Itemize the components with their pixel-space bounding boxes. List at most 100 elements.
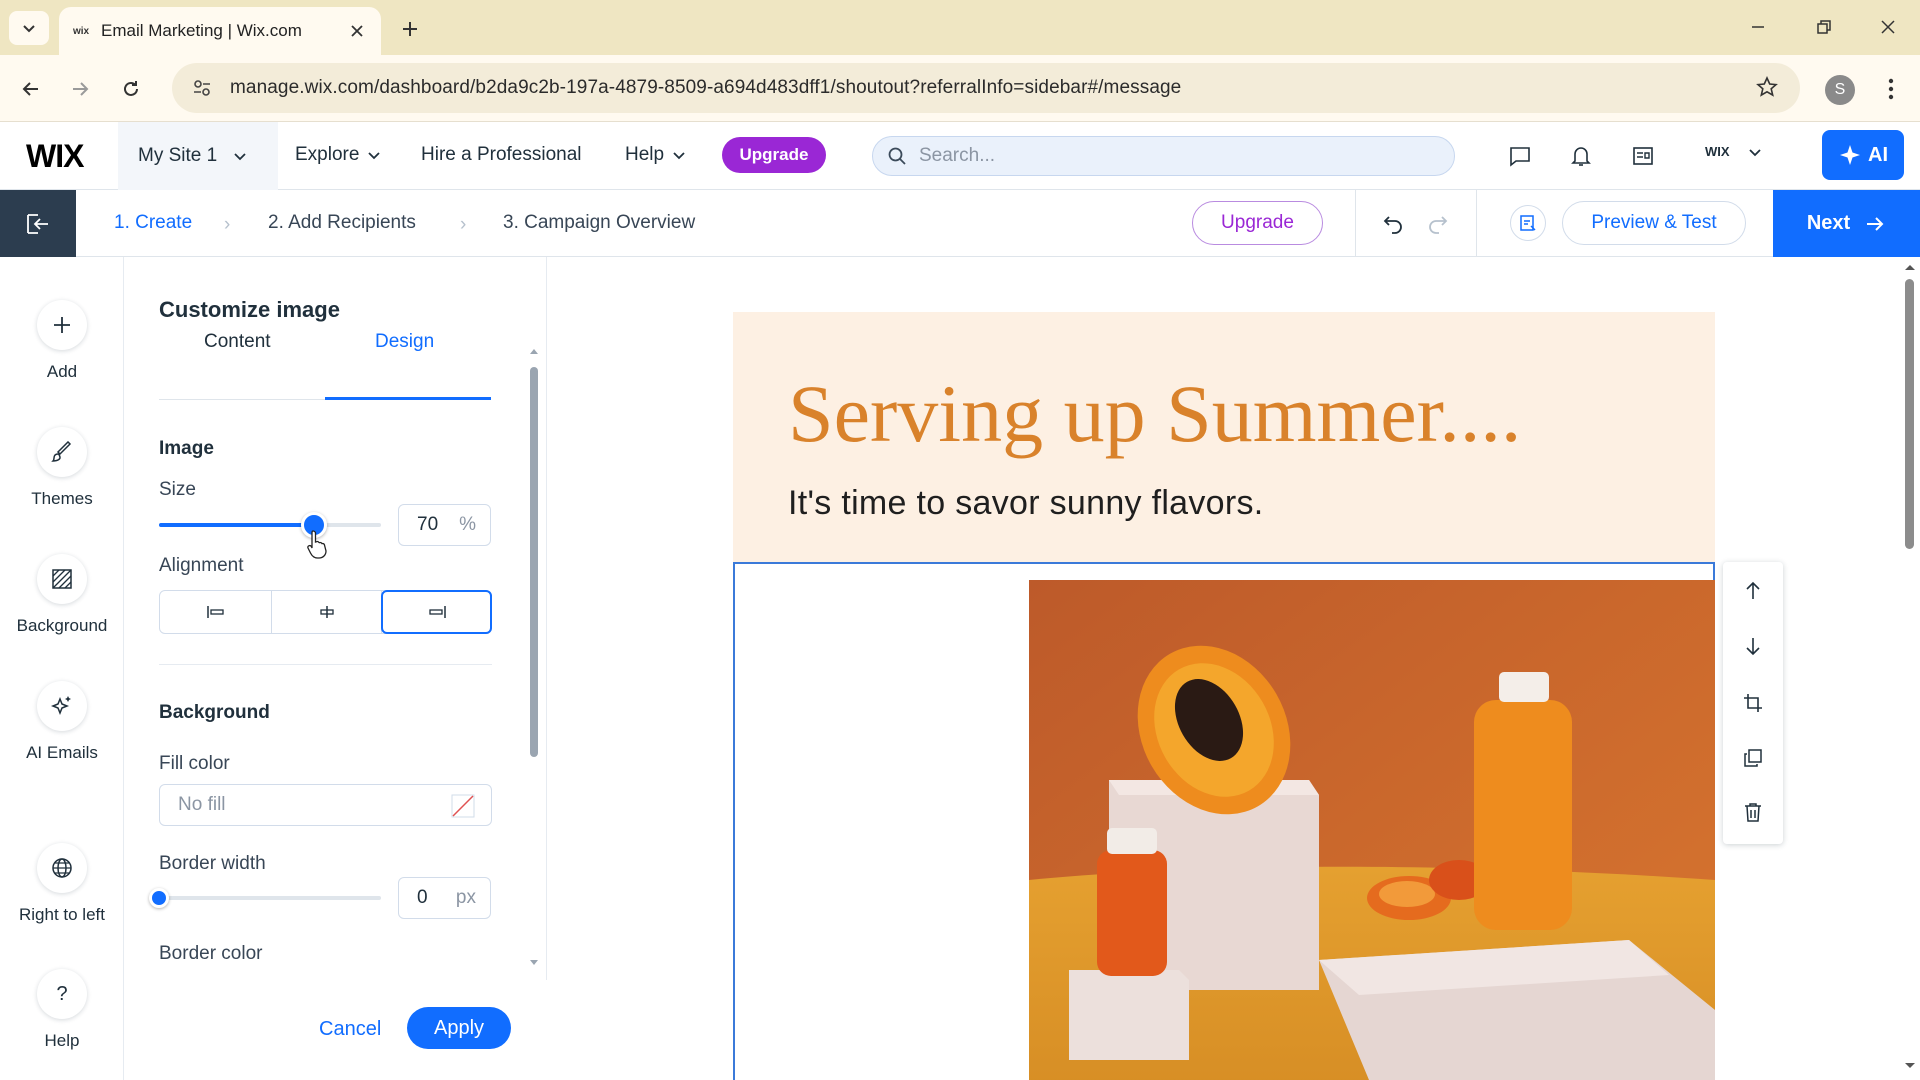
rail-background[interactable]: Background (0, 554, 124, 636)
panel-title: Customize image (159, 297, 340, 322)
wix-favicon: wix (73, 25, 90, 37)
restore-icon (1817, 20, 1831, 34)
upgrade-button[interactable]: Upgrade (722, 137, 826, 173)
size-slider[interactable] (159, 523, 381, 527)
rail-label: Background (16, 616, 108, 635)
tab-list-button[interactable] (9, 11, 49, 45)
fill-color-picker[interactable]: No fill (159, 784, 492, 826)
cancel-button[interactable]: Cancel (319, 1018, 381, 1041)
border-width-label: Border width (159, 853, 266, 874)
url-text: manage.wix.com/dashboard/b2da9c2b-197a-4… (230, 77, 1182, 98)
canvas-scrollbar[interactable] (1900, 257, 1920, 1080)
chevron-down-icon (1748, 148, 1761, 156)
border-width-unit: px (455, 887, 476, 908)
browser-address-bar: manage.wix.com/dashboard/b2da9c2b-197a-4… (0, 55, 1920, 122)
email-header-block[interactable]: Serving up Summer.... It's time to savor… (733, 312, 1715, 562)
size-value: 70 (417, 514, 439, 535)
alignment-label: Alignment (159, 555, 244, 576)
profile-avatar[interactable]: S (1825, 75, 1855, 105)
rail-add[interactable]: Add (0, 300, 124, 382)
size-slider-fill (159, 523, 315, 527)
rail-ai-emails[interactable]: AI Emails (0, 681, 124, 763)
chat-icon[interactable] (1506, 142, 1534, 170)
canvas-scrollbar-thumb[interactable] (1905, 279, 1914, 549)
new-tab-button[interactable] (395, 14, 425, 44)
nav-hire-professional[interactable]: Hire a Professional (421, 144, 582, 166)
background-pattern-icon (37, 554, 87, 604)
move-up-icon[interactable] (1738, 576, 1768, 606)
border-width-input[interactable]: 0 px (398, 877, 491, 919)
next-button[interactable]: Next (1773, 190, 1920, 257)
crop-icon[interactable] (1738, 688, 1768, 718)
browser-tab[interactable]: wix Email Marketing | Wix.com (59, 7, 381, 55)
email-image-block[interactable] (733, 562, 1715, 1080)
restore-button[interactable] (1804, 12, 1844, 42)
site-preview-icon[interactable] (1629, 142, 1657, 170)
back-button[interactable] (14, 72, 48, 106)
undo-icon[interactable] (1379, 209, 1407, 237)
close-window-button[interactable] (1868, 12, 1908, 42)
ai-button[interactable]: AI (1822, 130, 1904, 180)
panel-scrollbar-thumb[interactable] (530, 367, 538, 757)
site-settings-icon (194, 80, 210, 96)
border-width-slider[interactable] (159, 896, 381, 900)
background-section-heading: Background (159, 702, 270, 723)
wix-top-bar: WIX My Site 1 Explore Hire a Professiona… (0, 122, 1920, 190)
step-create[interactable]: 1. Create (114, 212, 192, 234)
move-down-icon[interactable] (1738, 631, 1768, 661)
account-logo: WIX (1705, 144, 1730, 159)
align-right-button[interactable] (381, 590, 492, 634)
nav-explore[interactable]: Explore (295, 144, 381, 166)
border-width-slider-handle[interactable] (149, 888, 169, 908)
plus-icon (37, 300, 87, 350)
divider (1355, 190, 1356, 257)
delete-icon[interactable] (1738, 797, 1768, 827)
customize-image-panel: Customize image Content Design Image Siz… (124, 257, 547, 1080)
scroll-down-arrow-icon (1905, 1063, 1915, 1068)
browser-menu-button[interactable] (1874, 72, 1908, 106)
bookmark-star-icon[interactable] (1756, 76, 1778, 98)
rail-right-to-left[interactable]: Right to left (0, 843, 124, 925)
email-subheadline: It's time to savor sunny flavors. (788, 484, 1264, 522)
forward-button[interactable] (63, 72, 97, 106)
wix-logo[interactable]: WIX (26, 138, 84, 175)
rail-help[interactable]: ? Help (0, 969, 124, 1051)
image-section-heading: Image (159, 438, 214, 459)
url-bar[interactable]: manage.wix.com/dashboard/b2da9c2b-197a-4… (172, 63, 1800, 113)
test-email-icon[interactable] (1510, 205, 1546, 241)
scroll-up-arrow-icon (530, 349, 538, 354)
divider (1476, 190, 1477, 257)
align-center-button[interactable] (271, 591, 382, 633)
rail-themes[interactable]: Themes (0, 427, 124, 509)
reload-icon (124, 81, 138, 96)
step-campaign-overview[interactable]: 3. Campaign Overview (503, 212, 695, 234)
block-toolbar (1723, 562, 1783, 844)
border-color-label: Border color (159, 943, 263, 964)
fill-color-label: Fill color (159, 753, 230, 774)
step-add-recipients[interactable]: 2. Add Recipients (268, 212, 416, 234)
upgrade-outline-button[interactable]: Upgrade (1192, 201, 1323, 245)
sparkle-icon (1840, 145, 1860, 165)
notifications-bell-icon[interactable] (1567, 142, 1595, 170)
tab-content[interactable]: Content (204, 331, 271, 353)
arrow-left-icon (22, 82, 38, 96)
exit-editor-button[interactable] (0, 190, 76, 257)
rail-label: Themes (31, 489, 93, 508)
close-tab-icon[interactable] (347, 21, 367, 41)
search-input[interactable]: Search... (872, 136, 1455, 176)
size-label: Size (159, 479, 196, 500)
reload-button[interactable] (114, 72, 148, 106)
size-input[interactable]: 70 % (398, 504, 491, 546)
nav-help[interactable]: Help (625, 144, 686, 166)
chevron-right-icon: › (224, 214, 231, 235)
tab-design[interactable]: Design (375, 331, 434, 353)
align-left-button[interactable] (160, 591, 271, 633)
duplicate-icon[interactable] (1738, 743, 1768, 773)
redo-icon[interactable] (1424, 209, 1452, 237)
account-menu[interactable]: WIX (1705, 144, 1762, 159)
minimize-button[interactable] (1738, 12, 1778, 42)
apply-button[interactable]: Apply (407, 1007, 511, 1049)
panel-scrollbar[interactable] (530, 347, 538, 967)
preview-test-button[interactable]: Preview & Test (1562, 201, 1746, 245)
site-selector[interactable]: My Site 1 (118, 122, 278, 190)
